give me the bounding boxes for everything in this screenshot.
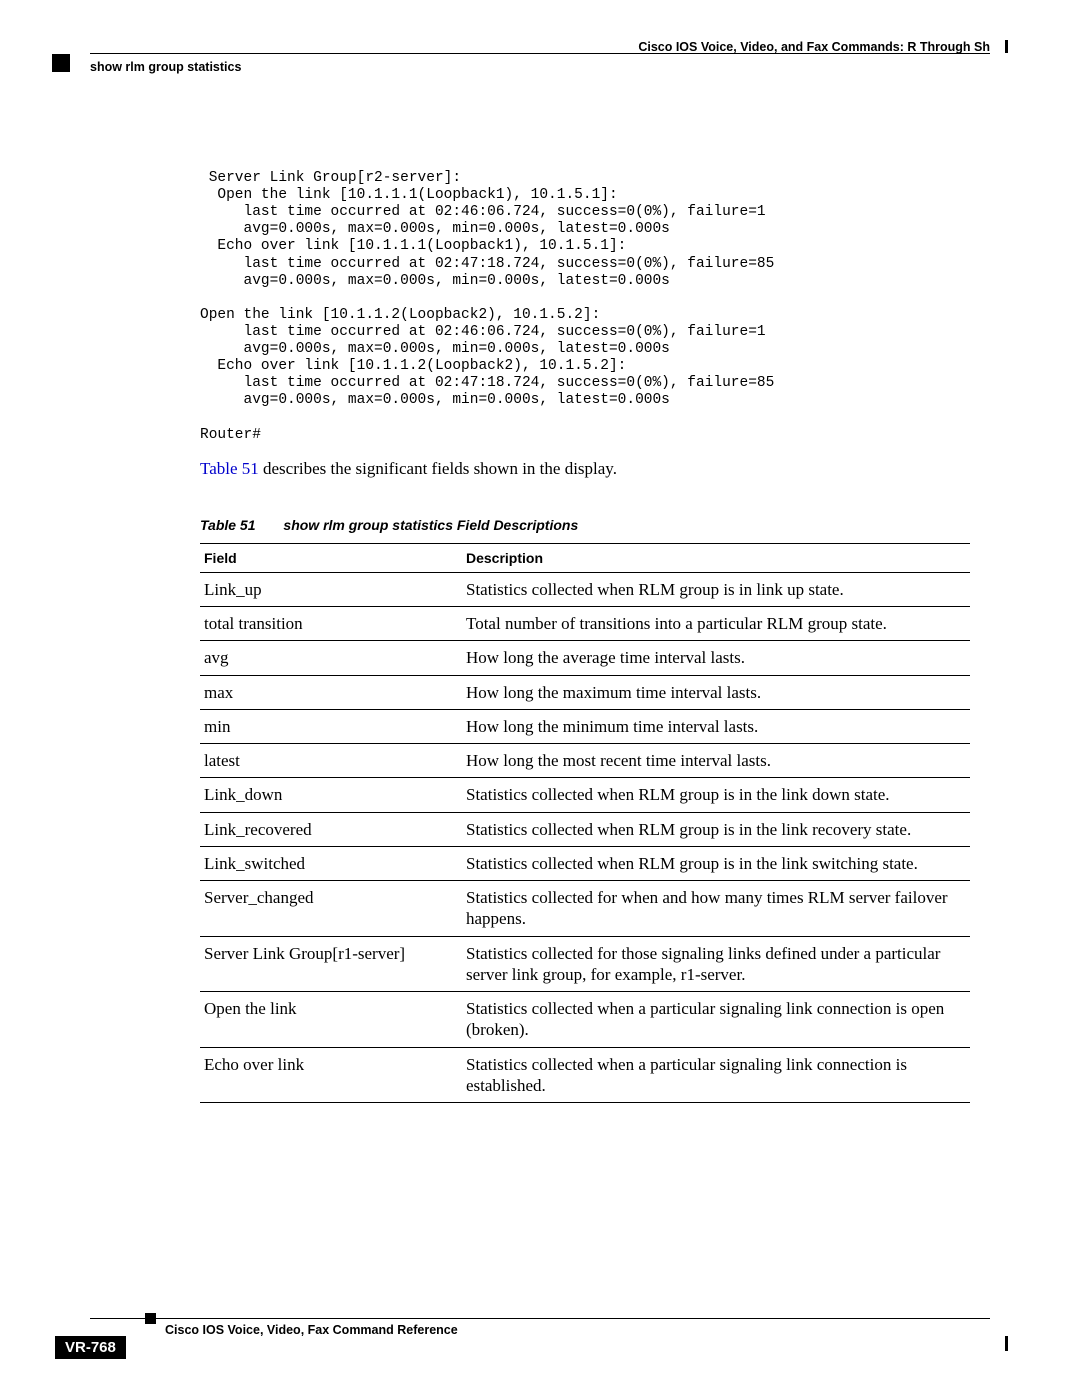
header-right-mark xyxy=(1005,40,1008,53)
table-caption: Table 51 show rlm group statistics Field… xyxy=(200,517,990,533)
cell-desc: Statistics collected when RLM group is i… xyxy=(462,846,970,880)
col-field: Field xyxy=(200,543,462,572)
table-row: maxHow long the maximum time interval la… xyxy=(200,675,970,709)
page-footer: Cisco IOS Voice, Video, Fax Command Refe… xyxy=(90,1318,990,1337)
table-intro: Table 51 describes the significant field… xyxy=(200,459,990,479)
footer-rule xyxy=(90,1318,990,1319)
footer-right-mark xyxy=(1005,1336,1008,1351)
cell-field: latest xyxy=(200,744,462,778)
cell-field: Open the link xyxy=(200,992,462,1048)
cell-desc: Statistics collected when RLM group is i… xyxy=(462,778,970,812)
col-description: Description xyxy=(462,543,970,572)
cell-field: Link_down xyxy=(200,778,462,812)
header-chapter-title: Cisco IOS Voice, Video, and Fax Commands… xyxy=(638,40,990,54)
cell-field: Echo over link xyxy=(200,1047,462,1103)
table-row: minHow long the minimum time interval la… xyxy=(200,709,970,743)
table-intro-text: describes the significant fields shown i… xyxy=(259,459,617,478)
cell-desc: How long the minimum time interval lasts… xyxy=(462,709,970,743)
table-row: latestHow long the most recent time inte… xyxy=(200,744,970,778)
cell-field: total transition xyxy=(200,607,462,641)
table-row: avgHow long the average time interval la… xyxy=(200,641,970,675)
cell-desc: Statistics collected when RLM group is i… xyxy=(462,572,970,606)
page-header: Cisco IOS Voice, Video, and Fax Commands… xyxy=(90,40,990,85)
table-row: Server_changedStatistics collected for w… xyxy=(200,881,970,937)
table-header-row: Field Description xyxy=(200,543,970,572)
cell-desc: Statistics collected for those signaling… xyxy=(462,936,970,992)
header-left-square-icon xyxy=(52,54,70,72)
cell-desc: Statistics collected when a particular s… xyxy=(462,992,970,1048)
cell-desc: Total number of transitions into a parti… xyxy=(462,607,970,641)
cell-field: Link_recovered xyxy=(200,812,462,846)
table-reference-link[interactable]: Table 51 xyxy=(200,459,259,478)
table-row: Link_switchedStatistics collected when R… xyxy=(200,846,970,880)
footer-square-icon xyxy=(145,1313,156,1324)
field-description-table: Field Description Link_upStatistics coll… xyxy=(200,543,970,1103)
cell-field: Link_up xyxy=(200,572,462,606)
terminal-output: Server Link Group[r2-server]: Open the l… xyxy=(200,170,990,444)
cell-field: Link_switched xyxy=(200,846,462,880)
cell-field: Server_changed xyxy=(200,881,462,937)
table-row: Open the linkStatistics collected when a… xyxy=(200,992,970,1048)
table-row: Link_upStatistics collected when RLM gro… xyxy=(200,572,970,606)
table-caption-title: show rlm group statistics Field Descript… xyxy=(283,517,578,533)
page-number: VR-768 xyxy=(55,1336,126,1359)
table-row: Echo over linkStatistics collected when … xyxy=(200,1047,970,1103)
cell-field: max xyxy=(200,675,462,709)
cell-desc: Statistics collected when RLM group is i… xyxy=(462,812,970,846)
table-row: total transitionTotal number of transiti… xyxy=(200,607,970,641)
table-caption-label: Table 51 xyxy=(200,517,256,533)
cell-desc: How long the maximum time interval lasts… xyxy=(462,675,970,709)
table-row: Link_downStatistics collected when RLM g… xyxy=(200,778,970,812)
footer-book-title: Cisco IOS Voice, Video, Fax Command Refe… xyxy=(165,1323,990,1337)
cell-desc: Statistics collected for when and how ma… xyxy=(462,881,970,937)
cell-desc: How long the average time interval lasts… xyxy=(462,641,970,675)
cell-field: min xyxy=(200,709,462,743)
header-command-name: show rlm group statistics xyxy=(90,60,241,74)
page: Cisco IOS Voice, Video, and Fax Commands… xyxy=(0,0,1080,1397)
cell-field: Server Link Group[r1-server] xyxy=(200,936,462,992)
cell-desc: How long the most recent time interval l… xyxy=(462,744,970,778)
cell-desc: Statistics collected when a particular s… xyxy=(462,1047,970,1103)
table-row: Server Link Group[r1-server]Statistics c… xyxy=(200,936,970,992)
cell-field: avg xyxy=(200,641,462,675)
table-row: Link_recoveredStatistics collected when … xyxy=(200,812,970,846)
